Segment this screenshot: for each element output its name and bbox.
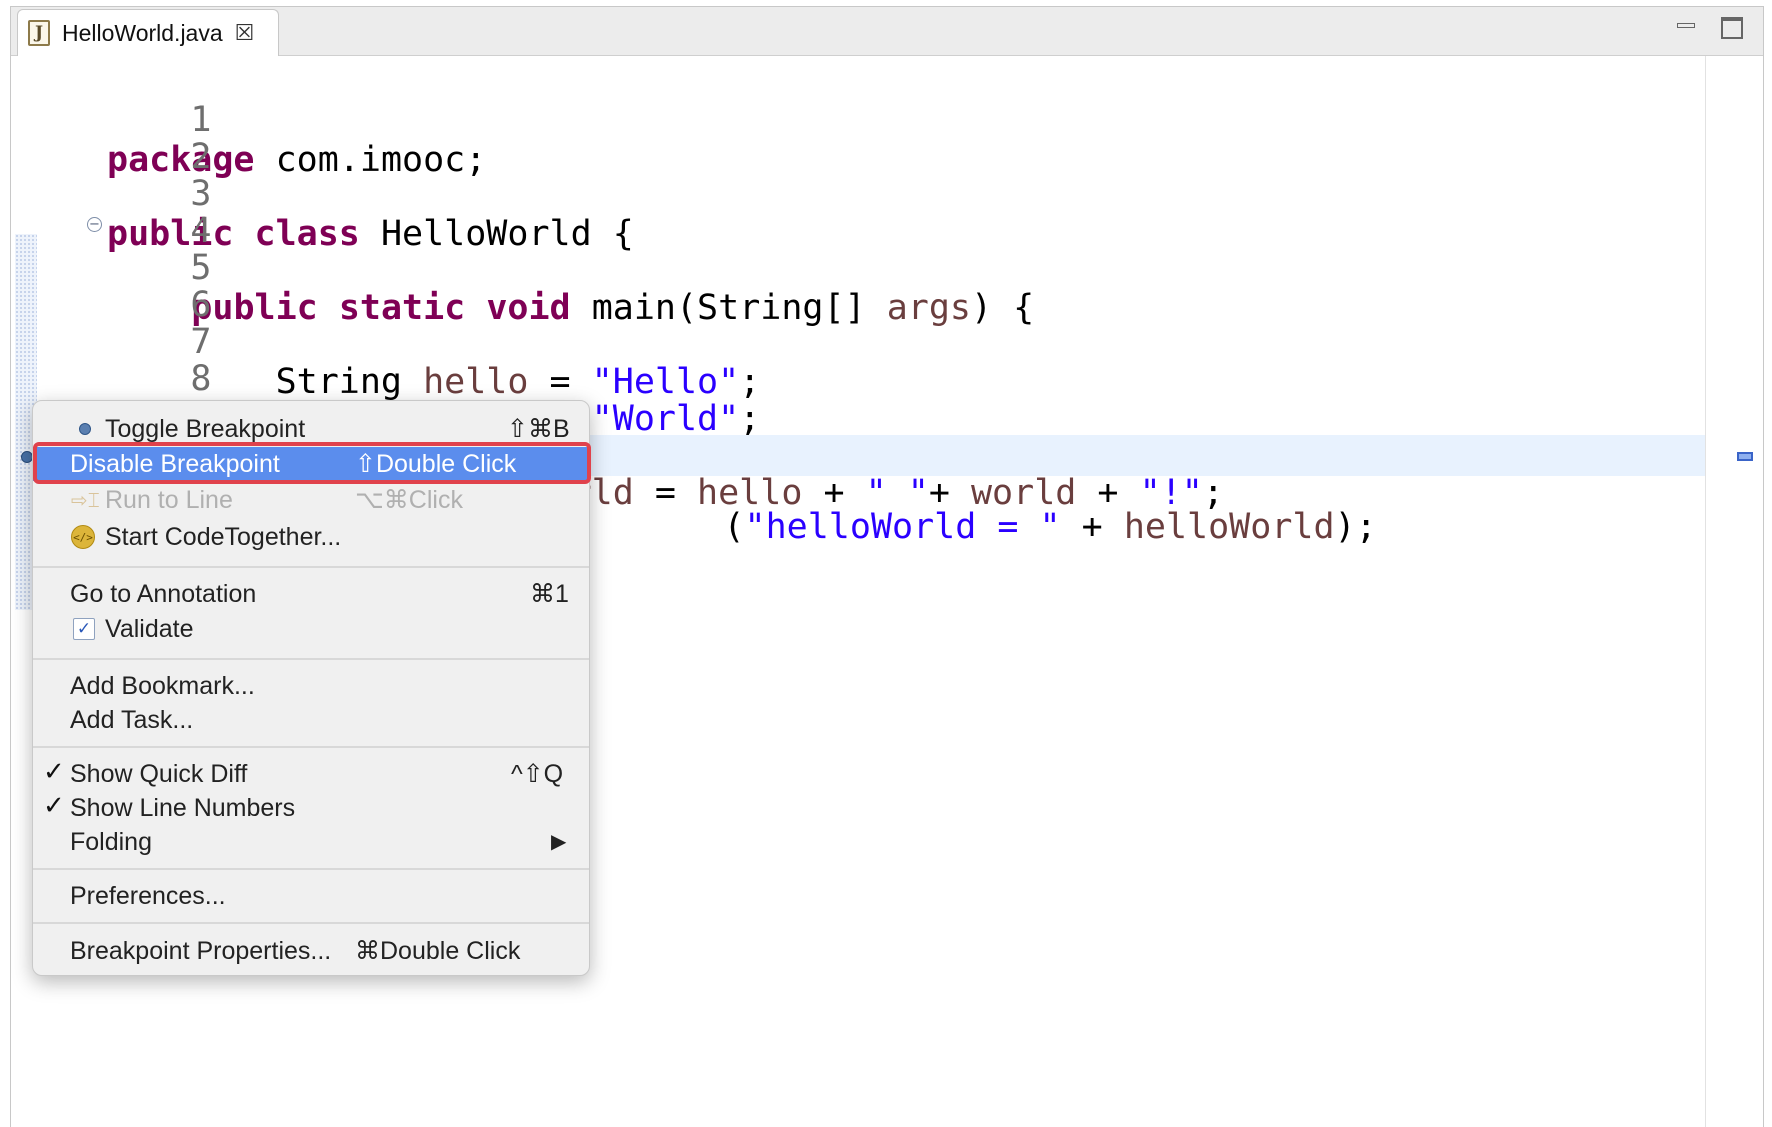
- menu-shortcut: ^⇧Q: [511, 760, 564, 788]
- java-file-icon: J: [28, 20, 50, 46]
- code-line-9: 9: [11, 356, 211, 436]
- menu-shortcut: ⌘1: [530, 580, 569, 608]
- code-line-2: 2: [11, 97, 211, 177]
- menu-label: Run to Line: [105, 486, 233, 514]
- line-number: 8: [190, 359, 212, 399]
- string-literal: "World": [591, 399, 740, 439]
- checkbox-checked-icon: ✓: [73, 618, 95, 640]
- checkmark-icon: ✓: [43, 791, 65, 821]
- menu-item-folding[interactable]: Folding ▶: [33, 825, 589, 859]
- line-number: 6: [190, 285, 212, 325]
- code-line-1: 1 package com.imooc;: [11, 60, 486, 180]
- fold-collapse-icon[interactable]: −: [87, 217, 102, 232]
- menu-shortcut: ⌘Double Click: [355, 937, 521, 965]
- menu-item-add-bookmark[interactable]: Add Bookmark...: [33, 669, 589, 703]
- editor-tab-bar: J HelloWorld.java ☒: [11, 7, 1763, 56]
- checkmark-icon: ✓: [43, 757, 65, 787]
- string-literal: "helloWorld = ": [744, 507, 1061, 547]
- breakpoint-icon: [79, 423, 91, 435]
- menu-item-go-to-annotation[interactable]: Go to Annotation ⌘1: [33, 577, 589, 611]
- menu-label: Folding: [70, 828, 152, 856]
- menu-item-show-quick-diff[interactable]: ✓ Show Quick Diff ^⇧Q: [33, 757, 589, 791]
- overview-ruler: [1705, 56, 1706, 1127]
- tab-helloworld-java[interactable]: J HelloWorld.java ☒: [17, 9, 279, 56]
- code-text: ;: [739, 399, 761, 439]
- code-line-6: 6: [11, 245, 211, 325]
- menu-separator: [33, 746, 589, 748]
- menu-label: Go to Annotation: [70, 580, 257, 608]
- menu-item-run-to-line[interactable]: ⇨⌶ Run to Line ⌥⌘Click: [33, 483, 589, 517]
- menu-item-toggle-breakpoint[interactable]: Toggle Breakpoint ⇧⌘B: [33, 412, 589, 446]
- string-literal: "Hello": [591, 362, 740, 402]
- menu-separator: [33, 566, 589, 568]
- close-icon[interactable]: ☒: [235, 20, 255, 46]
- code-text: +: [1060, 507, 1124, 547]
- menu-separator: [33, 868, 589, 870]
- keyword: static: [338, 288, 466, 328]
- context-menu: Toggle Breakpoint ⇧⌘B Disable Breakpoint…: [32, 400, 591, 976]
- codetogether-icon: </>: [71, 525, 95, 549]
- code-line-11-tail: ("helloWorld = " + helloWorld);: [597, 467, 1376, 547]
- menu-separator: [33, 922, 589, 924]
- menu-label: Disable Breakpoint: [70, 450, 280, 478]
- menu-item-validate[interactable]: ✓ Validate: [33, 612, 589, 646]
- line-number: 1: [190, 100, 212, 140]
- run-to-line-icon: ⇨⌶: [71, 488, 100, 512]
- line-number: 3: [190, 174, 212, 214]
- menu-item-disable-breakpoint[interactable]: Disable Breakpoint ⇧Double Click: [33, 447, 589, 481]
- menu-shortcut: ⇧Double Click: [355, 450, 517, 478]
- code-text: HelloWorld {: [359, 214, 634, 254]
- code-text: main(String[]: [570, 288, 887, 328]
- menu-item-show-line-numbers[interactable]: ✓ Show Line Numbers: [33, 791, 589, 825]
- menu-item-start-codetogether[interactable]: </> Start CodeTogether...: [33, 520, 589, 554]
- code-text: (: [723, 507, 745, 547]
- line-number: 4: [190, 211, 212, 251]
- menu-label: Start CodeTogether...: [105, 523, 342, 551]
- code-line-3: 3 public class HelloWorld {: [11, 134, 634, 254]
- code-text: );: [1334, 507, 1377, 547]
- variable: helloWorld: [1123, 507, 1335, 547]
- overview-marker[interactable]: [1737, 452, 1753, 461]
- menu-shortcut: ⌥⌘Click: [355, 486, 463, 514]
- menu-label: Show Line Numbers: [70, 794, 296, 822]
- type: String: [275, 362, 424, 402]
- minimize-icon[interactable]: [1677, 17, 1697, 39]
- menu-label: Preferences...: [70, 882, 226, 910]
- window-controls: [1677, 17, 1743, 39]
- code-text: =: [528, 362, 592, 402]
- code-line-4: 4: [11, 171, 211, 251]
- variable: args: [886, 288, 971, 328]
- line-number: 7: [190, 322, 212, 362]
- code-line-5: 5 public static void main(String[] args)…: [11, 208, 1034, 328]
- menu-label: Validate: [105, 615, 194, 643]
- menu-item-breakpoint-properties[interactable]: Breakpoint Properties... ⌘Double Click: [33, 934, 589, 968]
- variable: hello: [423, 362, 529, 402]
- menu-label: Breakpoint Properties...: [70, 937, 332, 965]
- menu-label: Add Bookmark...: [70, 672, 255, 700]
- menu-item-add-task[interactable]: Add Task...: [33, 703, 589, 737]
- menu-shortcut: ⇧⌘B: [507, 415, 570, 443]
- code-line-8: 8 String world = "World";: [11, 319, 760, 439]
- menu-label: Toggle Breakpoint: [105, 415, 306, 443]
- menu-label: Show Quick Diff: [70, 760, 248, 788]
- menu-item-preferences[interactable]: Preferences...: [33, 879, 589, 913]
- code-text: ) {: [971, 288, 1035, 328]
- tab-title: HelloWorld.java: [62, 19, 223, 46]
- keyword: void: [486, 288, 571, 328]
- line-number: 2: [190, 137, 212, 177]
- menu-label: Add Task...: [70, 706, 194, 734]
- code-line-7: 7 String hello = "Hello";: [11, 282, 760, 402]
- menu-separator: [33, 658, 589, 660]
- maximize-icon[interactable]: [1721, 17, 1743, 39]
- submenu-arrow-icon: ▶: [551, 831, 567, 853]
- code-text: ;: [739, 362, 761, 402]
- line-number: 5: [190, 248, 212, 288]
- code-text: com.imooc;: [254, 140, 487, 180]
- keyword: class: [254, 214, 360, 254]
